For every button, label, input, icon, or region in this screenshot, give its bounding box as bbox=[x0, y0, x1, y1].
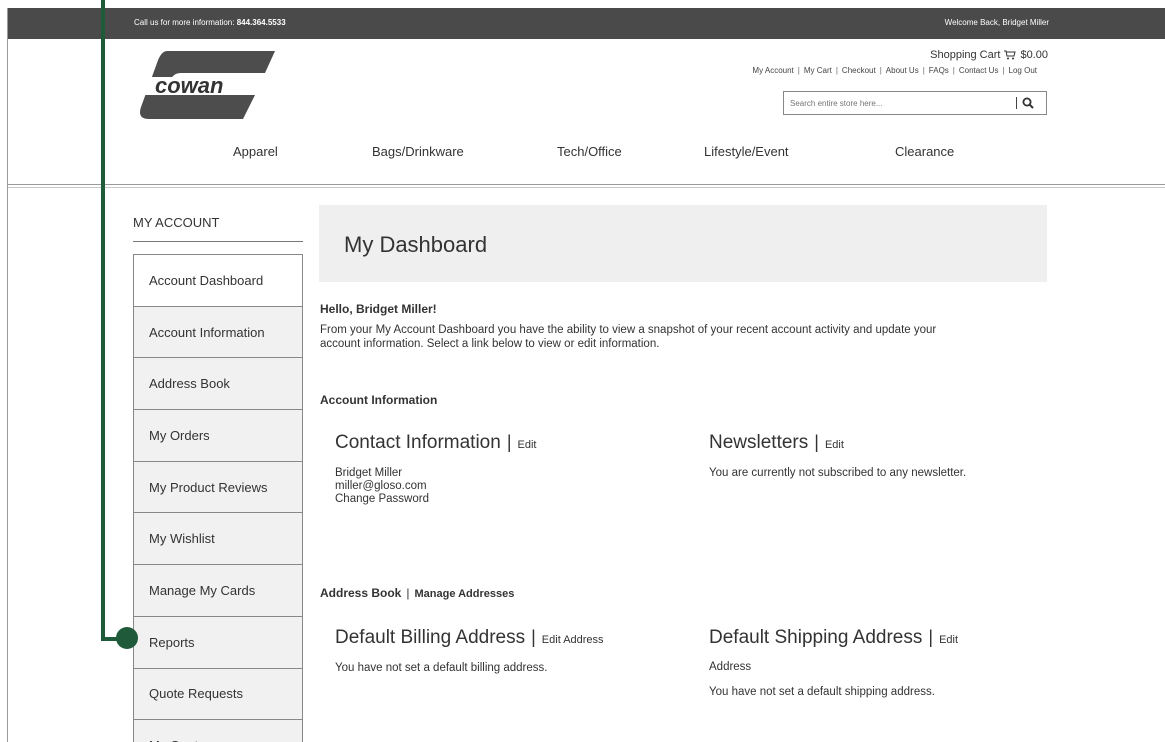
contact-email: miller@gloso.com bbox=[335, 480, 427, 492]
dashboard-header-box: My Dashboard bbox=[319, 205, 1047, 282]
contact-name: Bridget Miller bbox=[335, 467, 403, 479]
annotation-marker-dot bbox=[116, 627, 138, 649]
phone-number[interactable]: 844.364.5533 bbox=[237, 18, 286, 27]
shipping-address-heading: Default Shipping Address | Edit bbox=[709, 627, 959, 648]
billing-address-status: You have not set a default billing addre… bbox=[335, 662, 548, 674]
sidebar-item-reports[interactable]: Reports bbox=[133, 615, 303, 668]
sidebar-item-address-book[interactable]: Address Book bbox=[133, 357, 303, 410]
change-password-link[interactable]: Change Password bbox=[335, 493, 429, 506]
sidebar-item-account-information[interactable]: Account Information bbox=[133, 305, 303, 358]
search-input[interactable] bbox=[784, 93, 1016, 113]
sidebar-title: MY ACCOUNT bbox=[133, 215, 220, 230]
page-title: My Dashboard bbox=[344, 232, 488, 257]
sidebar-item-account-dashboard[interactable]: Account Dashboard bbox=[133, 254, 303, 306]
sidebar-item-quote-requests[interactable]: Quote Requests bbox=[133, 667, 303, 720]
newsletter-status: You are currently not subscribed to any … bbox=[709, 467, 967, 479]
contact-details: Bridget Miller miller@gloso.com Change P… bbox=[335, 467, 429, 506]
account-information-heading: Account Information bbox=[320, 393, 438, 407]
newsletters-edit-link[interactable]: Edit bbox=[825, 439, 844, 451]
contact-information-title: Contact Information bbox=[335, 432, 501, 453]
link-log-out[interactable]: Log Out bbox=[1009, 66, 1037, 75]
sidebar-item-my-orders[interactable]: My Orders bbox=[133, 409, 303, 461]
main-nav: Apparel Bags/Drinkware Tech/Office Lifes… bbox=[0, 144, 1165, 164]
shipping-edit-link-wrap[interactable]: Address bbox=[709, 661, 751, 674]
search-icon[interactable] bbox=[1022, 97, 1034, 109]
contact-information-heading: Contact Information | Edit bbox=[335, 432, 537, 453]
nav-clearance[interactable]: Clearance bbox=[895, 144, 954, 159]
link-faqs[interactable]: FAQs bbox=[929, 66, 949, 75]
header-divider-secondary bbox=[8, 187, 1165, 188]
search-box bbox=[783, 91, 1047, 115]
link-contact-us[interactable]: Contact Us bbox=[959, 66, 999, 75]
newsletters-heading: Newsletters | Edit bbox=[709, 432, 844, 453]
dashboard-intro: From your My Account Dashboard you have … bbox=[320, 324, 937, 350]
annotation-line-vertical bbox=[101, 0, 105, 640]
greeting: Hello, Bridget Miller! bbox=[320, 302, 437, 316]
newsletters-title: Newsletters bbox=[709, 432, 809, 453]
contact-edit-link[interactable]: Edit bbox=[518, 439, 537, 451]
top-utility-bar: Call us for more information: 844.364.55… bbox=[8, 8, 1165, 39]
svg-text:cowan: cowan bbox=[155, 73, 223, 98]
sidebar-item-my-product-reviews[interactable]: My Product Reviews bbox=[133, 460, 303, 513]
address-book-heading: Address Book | Manage Addresses bbox=[320, 586, 515, 600]
link-checkout[interactable]: Checkout bbox=[842, 66, 876, 75]
shopping-cart-link[interactable]: Shopping Cart $0.00 bbox=[930, 49, 1048, 61]
account-sidebar: Account Dashboard Account Information Ad… bbox=[133, 254, 303, 742]
cowan-logo[interactable]: cowan bbox=[137, 47, 277, 121]
shipping-edit-link[interactable]: Edit bbox=[939, 634, 958, 646]
nav-bags-drinkware[interactable]: Bags/Drinkware bbox=[372, 144, 464, 159]
sidebar-item-my-quotes[interactable]: My Quotes bbox=[133, 719, 303, 742]
cart-total: $0.00 bbox=[1020, 49, 1048, 61]
billing-address-title: Default Billing Address bbox=[335, 627, 526, 648]
manage-addresses-link[interactable]: Manage Addresses bbox=[414, 588, 514, 600]
shipping-address-title: Default Shipping Address bbox=[709, 627, 923, 648]
link-my-cart[interactable]: My Cart bbox=[804, 66, 832, 75]
frame-left-border bbox=[7, 8, 8, 742]
nav-apparel[interactable]: Apparel bbox=[233, 144, 278, 159]
cart-icon bbox=[1004, 50, 1017, 60]
search-divider bbox=[1016, 97, 1017, 109]
address-book-title: Address Book bbox=[320, 586, 402, 600]
sidebar-item-my-wishlist[interactable]: My Wishlist bbox=[133, 512, 303, 565]
cart-label: Shopping Cart bbox=[930, 49, 1001, 61]
nav-tech-office[interactable]: Tech/Office bbox=[557, 144, 622, 159]
link-my-account[interactable]: My Account bbox=[752, 66, 793, 75]
billing-address-heading: Default Billing Address | Edit Address bbox=[335, 627, 604, 648]
header-links: My Account | My Cart | Checkout | About Us |… bbox=[752, 66, 1037, 75]
sidebar-item-manage-my-cards[interactable]: Manage My Cards bbox=[133, 564, 303, 616]
welcome-message: Welcome Back, Bridget Miller bbox=[944, 18, 1049, 27]
sidebar-title-rule bbox=[133, 241, 303, 242]
shipping-address-status: You have not set a default shipping addr… bbox=[709, 686, 935, 698]
header-divider bbox=[8, 184, 1165, 185]
call-us-text: Call us for more information: 844.364.55… bbox=[134, 18, 286, 27]
link-about-us[interactable]: About Us bbox=[886, 66, 919, 75]
nav-lifestyle-event[interactable]: Lifestyle/Event bbox=[704, 144, 789, 159]
billing-edit-address-link[interactable]: Edit Address bbox=[542, 634, 604, 646]
